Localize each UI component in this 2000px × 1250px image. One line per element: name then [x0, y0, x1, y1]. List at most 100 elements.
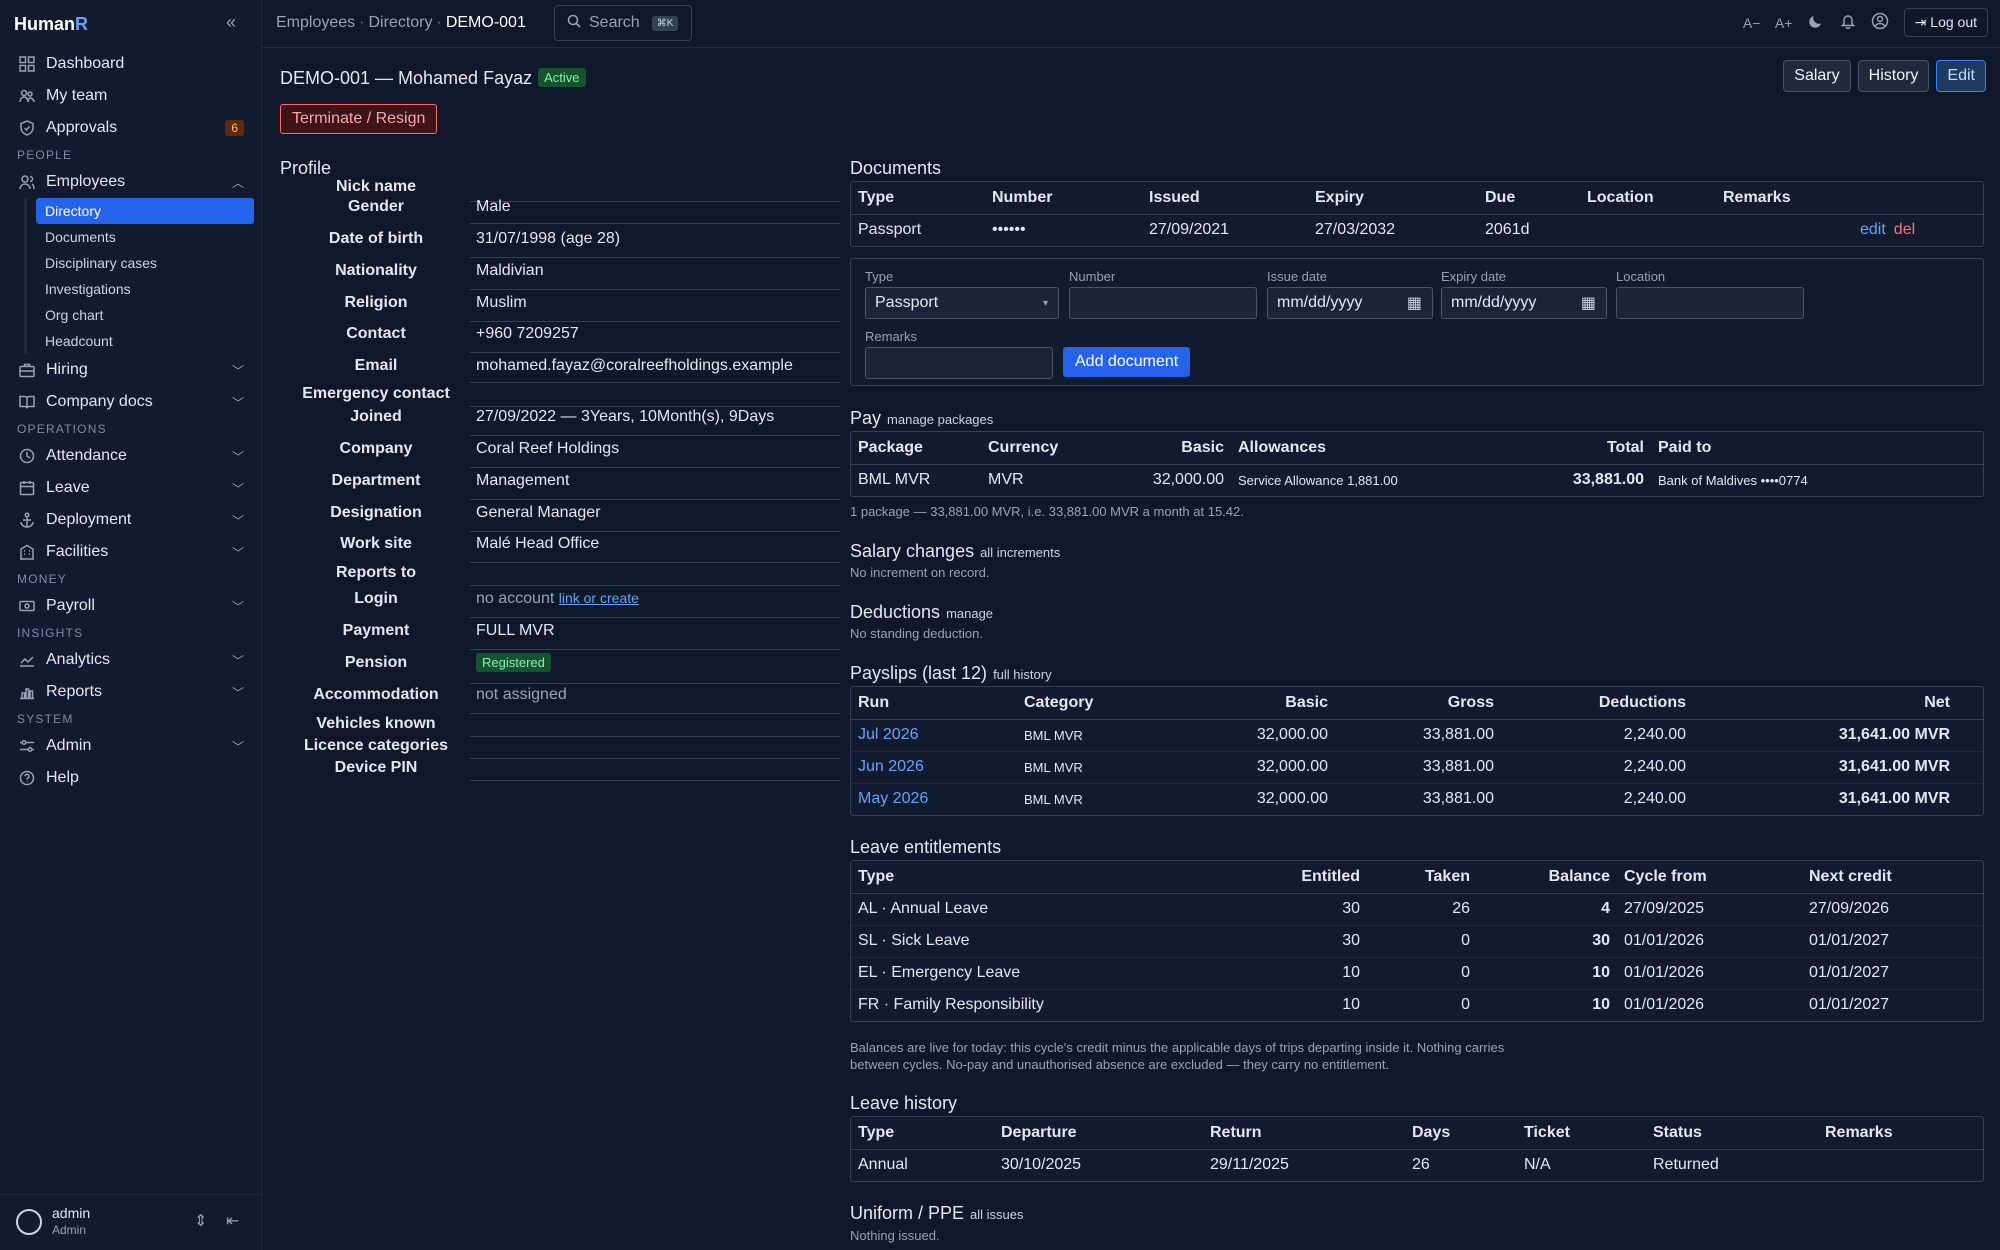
label-accommodation: Accommodation — [313, 686, 439, 703]
collapse-sidebar-icon[interactable]: « — [226, 12, 236, 33]
font-smaller-button[interactable]: A− — [1736, 15, 1768, 31]
link-or-create-link[interactable]: link or create — [559, 590, 639, 606]
breadcrumb-employees[interactable]: Employees — [276, 14, 355, 31]
sidebar-item-company-docs[interactable]: Company docs ﹀ — [0, 386, 262, 418]
leave-note-line2: between cycles. No-pay and unauthorised … — [850, 1057, 1390, 1072]
grid-icon — [18, 55, 36, 73]
payslip-link[interactable]: Jul 2026 — [851, 719, 1017, 752]
expiry-date-input[interactable]: mm/dd/yyyy ▦ — [1441, 287, 1607, 319]
sidebar-item-deployment[interactable]: Deployment ﹀ — [0, 504, 262, 536]
section-label-people: PEOPLE — [17, 148, 73, 162]
payslip-link[interactable]: Jun 2026 — [851, 751, 1017, 784]
col-type: Type — [851, 182, 985, 215]
col-remarks: Remarks — [1716, 182, 1853, 215]
anchor-icon — [18, 511, 36, 529]
sign-out-icon[interactable]: ⇤ — [226, 1211, 239, 1231]
document-number-input[interactable] — [1069, 287, 1257, 319]
topbar: Employees · Directory · DEMO-001 Search ⌘K A… — [262, 0, 2000, 48]
label-payment: Payment — [342, 622, 410, 639]
edit-document-link[interactable]: edit — [1860, 221, 1886, 238]
remarks-input[interactable] — [865, 347, 1053, 379]
breadcrumb: Employees · Directory · DEMO-001 — [276, 14, 526, 31]
sidebar-item-directory[interactable]: Directory — [36, 198, 254, 224]
col-location: Location — [1580, 182, 1716, 215]
label-licence: Licence categories — [303, 737, 449, 754]
label-vehicles: Vehicles known — [316, 715, 436, 732]
sidebar-item-hiring[interactable]: Hiring ﹀ — [0, 354, 262, 386]
value-device-pin — [470, 759, 840, 781]
team-icon — [18, 87, 36, 105]
section-label-system: SYSTEM — [17, 712, 74, 726]
briefcase-icon — [18, 361, 36, 379]
document-type-select[interactable]: Passport ▾ — [865, 287, 1059, 319]
user-circle-icon[interactable] — [1864, 12, 1896, 33]
shield-check-icon — [18, 119, 36, 137]
sidebar-nav: Dashboard My team Approvals 6 PEOPLE Emp… — [0, 48, 262, 794]
font-larger-button[interactable]: A+ — [1768, 15, 1800, 31]
search-icon — [567, 14, 581, 33]
breadcrumb-directory[interactable]: Directory — [368, 14, 432, 31]
manage-deductions-link[interactable]: manage — [946, 606, 993, 621]
sidebar-item-dashboard[interactable]: Dashboard — [0, 48, 262, 80]
label-contact: Contact — [346, 325, 406, 342]
avatar[interactable] — [16, 1209, 42, 1235]
location-input[interactable] — [1616, 287, 1804, 319]
payslip-link[interactable]: May 2026 — [851, 783, 1017, 815]
sidebar-item-analytics[interactable]: Analytics ﹀ — [0, 644, 262, 676]
chevron-down-icon: ﹀ — [231, 395, 244, 410]
chevron-down-icon: ﹀ — [231, 545, 244, 560]
col-expiry: Expiry — [1308, 182, 1478, 215]
pay-table: Package Currency Basic Allowances Total … — [850, 431, 1984, 497]
value-designation: General Manager — [470, 504, 840, 532]
value-company: Coral Reef Holdings — [470, 440, 840, 468]
table-row: EL · Emergency Leave 10 0 10 01/01/2026 … — [851, 957, 1983, 990]
users-icon — [18, 173, 36, 191]
logout-button[interactable]: ⇥ Log out — [1903, 8, 1988, 37]
clock-icon — [18, 447, 36, 465]
sidebar-item-attendance[interactable]: Attendance ﹀ — [0, 440, 262, 472]
value-department: Management — [470, 472, 840, 500]
user-box: admin Admin ⇕ ⇤ — [0, 1194, 262, 1250]
terminate-resign-button[interactable]: Terminate / Resign — [280, 104, 438, 134]
label-pension: Pension — [344, 654, 408, 671]
sidebar: HumanR « Dashboard My team Approvals 6 P… — [0, 0, 262, 1250]
sidebar-item-my-team[interactable]: My team — [0, 80, 262, 112]
chevrons-up-down-icon[interactable]: ⇕ — [194, 1211, 207, 1231]
chevron-down-icon: ﹀ — [231, 513, 244, 528]
sidebar-item-help[interactable]: Help — [0, 762, 262, 794]
sidebar-item-documents[interactable]: Documents — [36, 224, 254, 250]
sidebar-item-employees[interactable]: Employees ︿ — [0, 166, 262, 198]
sidebar-item-reports[interactable]: Reports ﹀ — [0, 676, 262, 708]
col-issued: Issued — [1142, 182, 1308, 215]
section-label-insights: INSIGHTS — [17, 626, 84, 640]
full-history-link[interactable]: full history — [993, 667, 1052, 682]
search-button[interactable]: Search ⌘K — [554, 5, 692, 41]
value-joined: 27/09/2022 — 3Years, 10Month(s), 9Days — [470, 408, 840, 436]
sidebar-item-headcount[interactable]: Headcount — [36, 328, 254, 354]
brand-logo[interactable]: HumanR — [14, 14, 88, 35]
all-issues-link[interactable]: all issues — [970, 1207, 1023, 1222]
sidebar-item-investigations[interactable]: Investigations — [36, 276, 254, 302]
all-increments-link[interactable]: all increments — [980, 545, 1060, 560]
moon-icon[interactable] — [1800, 13, 1832, 32]
uniform-heading: Uniform / PPE all issues — [850, 1203, 1024, 1223]
add-document-button[interactable]: Add document — [1063, 347, 1191, 377]
sidebar-item-payroll[interactable]: Payroll ﹀ — [0, 590, 262, 622]
delete-document-link[interactable]: del — [1894, 221, 1915, 238]
label-reports-to: Reports to — [336, 564, 416, 581]
table-row: Passport •••••• 27/09/2021 27/03/2032 20… — [858, 221, 1916, 239]
search-shortcut: ⌘K — [651, 15, 679, 31]
chevron-up-icon: ︿ — [231, 175, 244, 190]
sidebar-item-org-chart[interactable]: Org chart — [36, 302, 254, 328]
table-row: Jun 2026 BML MVR 32,000.00 33,881.00 2,2… — [851, 751, 1983, 784]
right-column: Documents Type Number Issued Expiry Due … — [850, 48, 1984, 1250]
sidebar-item-leave[interactable]: Leave ﹀ — [0, 472, 262, 504]
sidebar-item-disciplinary-cases[interactable]: Disciplinary cases — [36, 250, 254, 276]
sidebar-item-facilities[interactable]: Facilities ﹀ — [0, 536, 262, 568]
manage-packages-link[interactable]: manage packages — [887, 412, 993, 427]
value-religion: Muslim — [470, 294, 840, 322]
sidebar-item-admin[interactable]: Admin ﹀ — [0, 730, 262, 762]
bell-icon[interactable] — [1832, 13, 1864, 32]
issue-date-input[interactable]: mm/dd/yyyy ▦ — [1267, 287, 1433, 319]
sidebar-item-approvals[interactable]: Approvals 6 — [0, 112, 262, 144]
